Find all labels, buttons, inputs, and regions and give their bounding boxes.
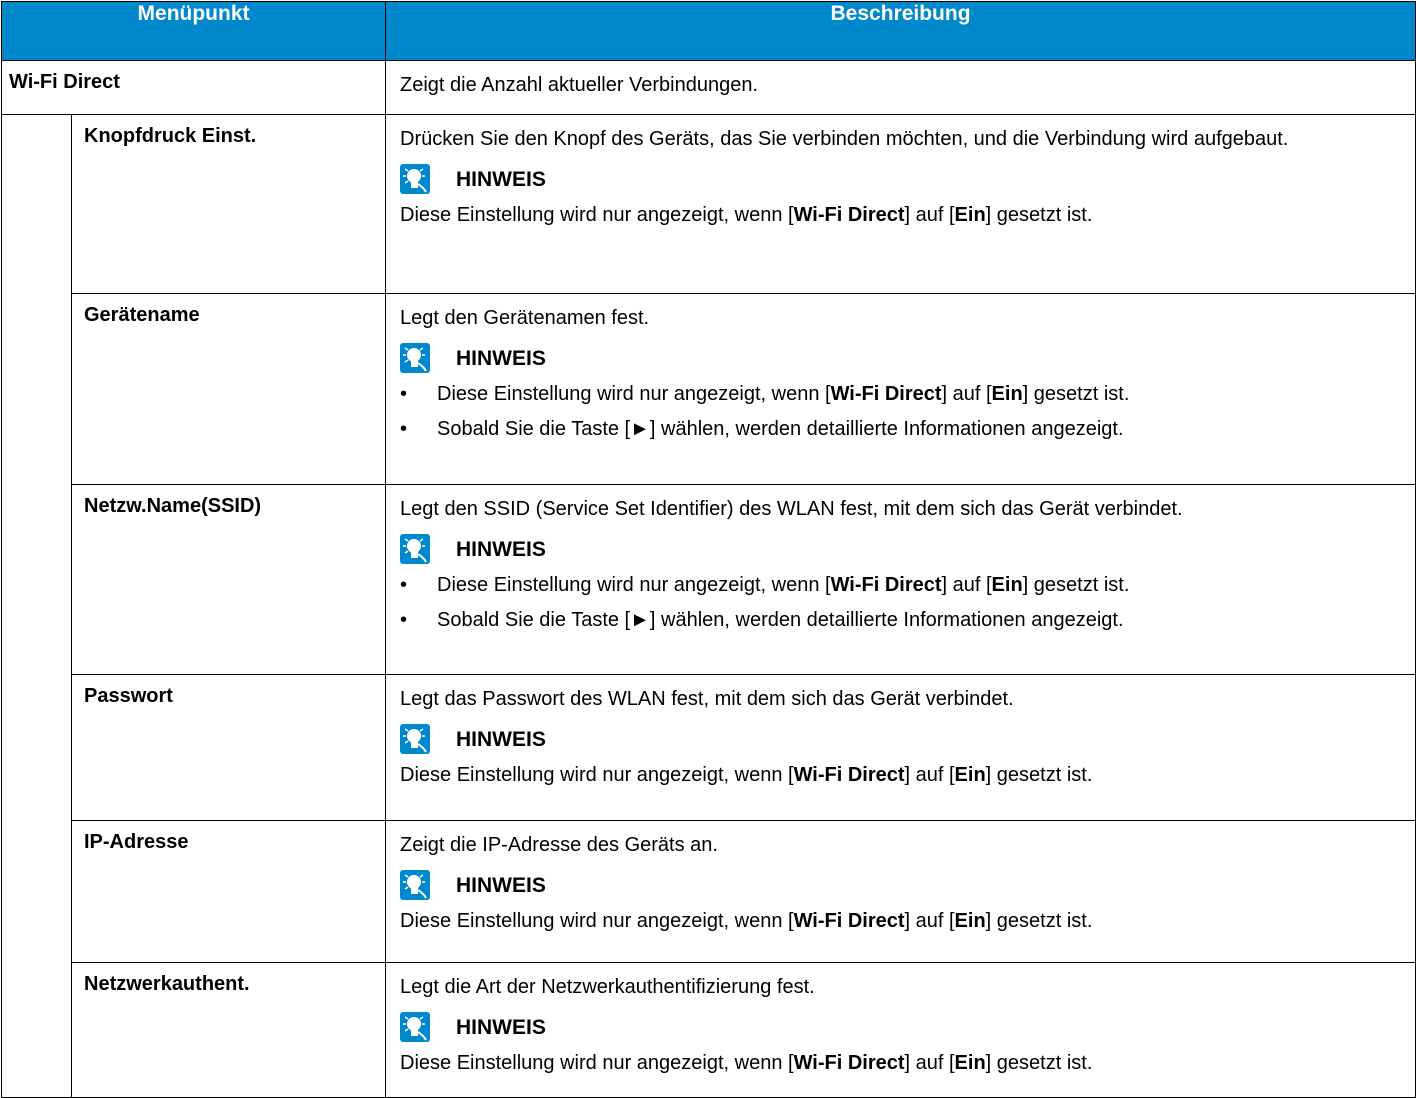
menu-item-label: Wi-Fi Direct	[0, 60, 387, 115]
note-text: Diese Einstellung wird nur angezeigt, we…	[400, 1052, 1093, 1074]
menu-item-label: Netzw.Name(SSID)	[70, 484, 387, 675]
note-bullet: • Sobald Sie die Taste [►] wählen, werden…	[400, 418, 1124, 440]
note-text: Diese Einstellung wird nur angezeigt, we…	[400, 764, 1093, 786]
note-header: HINWEIS	[400, 162, 1401, 196]
note-title: HINWEIS	[456, 873, 546, 897]
note-header: HINWEIS	[400, 868, 1401, 902]
description-cell: Legt den Gerätenamen fest. HINWEIS • Dies…	[385, 293, 1416, 485]
note-title: HINWEIS	[456, 537, 546, 561]
menu-item-label: Gerätename	[70, 293, 387, 485]
hint-lightbulb-icon	[400, 870, 431, 900]
description-cell: Zeigt die IP-Adresse des Geräts an. HINW…	[385, 820, 1416, 963]
note-bullet: • Diese Einstellung wird nur angezeigt, w…	[400, 574, 1130, 596]
note-header: HINWEIS	[400, 722, 1401, 756]
table-row: Netzwerkauthent. Legt die Art der Netzwe…	[2, 962, 1416, 1098]
table-row: Wi-Fi Direct Zeigt die Anzahl aktueller …	[0, 60, 1416, 115]
note-bullet: • Diese Einstellung wird nur angezeigt, w…	[400, 383, 1130, 405]
note-text: Diese Einstellung wird nur angezeigt, we…	[400, 204, 1093, 226]
note-title: HINWEIS	[456, 1015, 546, 1039]
note-header: HINWEIS	[400, 1010, 1401, 1044]
table-row: Gerätename Legt den Gerätenamen fest. HI…	[2, 293, 1416, 485]
menu-item-label: Passwort	[70, 674, 387, 821]
menu-item-label: IP-Adresse	[70, 820, 387, 963]
description-text: Legt den SSID (Service Set Identifier) d…	[400, 498, 1183, 520]
header-description: Beschreibung	[385, 1, 1416, 61]
table-row: IP-Adresse Zeigt die IP-Adresse des Gerä…	[2, 820, 1416, 963]
note-header: HINWEIS	[400, 532, 1401, 566]
description-text: Zeigt die Anzahl aktueller Verbindungen.	[400, 74, 759, 96]
description-cell: Legt den SSID (Service Set Identifier) d…	[385, 484, 1416, 675]
hint-lightbulb-icon	[400, 1012, 431, 1042]
header-menu-item: Menüpunkt	[0, 1, 387, 61]
description-cell: Drücken Sie den Knopf des Geräts, das Si…	[385, 114, 1416, 294]
description-text: Drücken Sie den Knopf des Geräts, das Si…	[400, 128, 1289, 150]
menu-item-label: Knopfdruck Einst.	[70, 114, 387, 294]
table-row: Netzw.Name(SSID) Legt den SSID (Service …	[2, 484, 1416, 675]
indent-column	[1, 114, 72, 1098]
table-row: Knopfdruck Einst. Drücken Sie den Knopf …	[1, 114, 1416, 1098]
note-title: HINWEIS	[456, 167, 546, 191]
description-cell: Legt die Art der Netzwerkauthentifizieru…	[385, 962, 1416, 1098]
settings-table: Menüpunkt Beschreibung Wi-Fi Direct Zeig…	[0, 1, 1416, 1098]
description-text: Legt die Art der Netzwerkauthentifizieru…	[400, 976, 815, 998]
note-bullet: • Sobald Sie die Taste [►] wählen, werden…	[400, 609, 1124, 631]
hint-lightbulb-icon	[400, 343, 431, 373]
note-text: Diese Einstellung wird nur angezeigt, we…	[400, 910, 1093, 932]
hint-lightbulb-icon	[400, 164, 431, 194]
description-text: Zeigt die IP-Adresse des Geräts an.	[400, 834, 718, 856]
description-text: Legt den Gerätenamen fest.	[400, 307, 650, 329]
description-cell: Zeigt die Anzahl aktueller Verbindungen.	[385, 60, 1416, 115]
table-row: Passwort Legt das Passwort des WLAN fest…	[2, 674, 1416, 821]
description-text: Legt das Passwort des WLAN fest, mit dem…	[400, 688, 1014, 710]
note-title: HINWEIS	[456, 346, 546, 370]
description-cell: Legt das Passwort des WLAN fest, mit dem…	[385, 674, 1416, 821]
note-title: HINWEIS	[456, 727, 546, 751]
hint-lightbulb-icon	[400, 724, 431, 754]
note-header: HINWEIS	[400, 341, 1401, 375]
menu-item-label: Netzwerkauthent.	[70, 962, 387, 1098]
hint-lightbulb-icon	[400, 534, 431, 564]
